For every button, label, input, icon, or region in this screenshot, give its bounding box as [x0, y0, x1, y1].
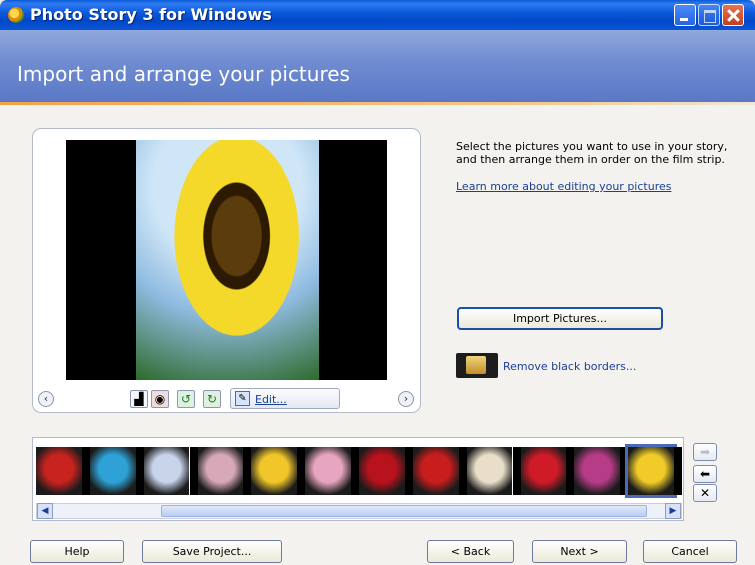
film-strip-separator [566, 447, 575, 495]
auto-correct-icon[interactable]: ▟ [130, 390, 148, 408]
title-bar: Photo Story 3 for Windows [0, 0, 755, 30]
film-strip-separator [351, 447, 359, 495]
film-strip-separator [620, 447, 629, 495]
film-strip-separator [458, 447, 467, 495]
scroll-left-button[interactable]: ◀ [37, 503, 53, 519]
film-strip-separator [135, 447, 144, 495]
remove-borders-link[interactable]: Remove black borders... [503, 360, 636, 373]
app-icon [8, 7, 24, 23]
film-strip-separator [674, 447, 682, 495]
film-strip-thumbnail-white-blossoms[interactable] [466, 447, 513, 495]
close-button[interactable] [722, 4, 744, 26]
preview-image [136, 140, 319, 380]
cancel-button[interactable]: Cancel [643, 540, 737, 563]
red-eye-icon[interactable]: ◉ [151, 390, 169, 408]
film-strip-thumbnail-pink-blossoms[interactable] [197, 447, 244, 495]
remove-borders-icon[interactable] [456, 353, 498, 378]
film-strip-separator [404, 447, 413, 495]
film-strip-thumbnail-yellow-flower[interactable] [251, 447, 298, 495]
page-header: Import and arrange your pictures [0, 30, 755, 102]
save-project-button[interactable]: Save Project... [142, 540, 282, 563]
page-title: Import and arrange your pictures [17, 62, 350, 86]
instructions-text: Select the pictures you want to use in y… [456, 140, 728, 166]
scrollbar-thumb[interactable] [161, 505, 647, 517]
film-strip-separator [189, 447, 198, 495]
film-strip-thumbnail-red-tulip[interactable] [520, 447, 567, 495]
film-strip-thumbnail-red-poinsettia[interactable] [412, 447, 459, 495]
film-strip-thumbnail-white-lily[interactable] [143, 447, 190, 495]
window-title: Photo Story 3 for Windows [30, 5, 272, 24]
film-strip-thumbnail-pink-lily[interactable] [305, 447, 351, 495]
move-right-button[interactable]: ➡ [693, 443, 717, 461]
help-button[interactable]: Help [30, 540, 124, 563]
next-button[interactable]: Next > [532, 540, 627, 563]
minimize-button[interactable] [674, 4, 696, 26]
delete-picture-button[interactable]: ✕ [693, 484, 717, 502]
move-left-button[interactable]: ⬅ [693, 465, 717, 483]
back-button[interactable]: < Back [427, 540, 514, 563]
film-strip-thumbnail-red-rose[interactable] [359, 447, 405, 495]
film-strip-separator [512, 447, 521, 495]
film-strip-thumbnail-purple-thistle[interactable] [574, 447, 621, 495]
rotate-right-icon[interactable]: ↻ [203, 390, 221, 408]
learn-more-link[interactable]: Learn more about editing your pictures [456, 180, 671, 193]
film-strip-thumbnail-sunflower[interactable] [625, 444, 677, 498]
rotate-left-icon[interactable]: ↺ [177, 390, 195, 408]
film-strip-thumbnail-red-spring-flowers[interactable] [89, 447, 136, 495]
maximize-button[interactable] [698, 4, 720, 26]
pencil-icon: ✎ [235, 391, 250, 406]
edit-label: Edit... [255, 393, 287, 406]
scroll-right-button[interactable]: ▶ [665, 503, 681, 519]
film-strip-separator [81, 447, 90, 495]
film-strip-separator [243, 447, 252, 495]
film-strip-separator [297, 447, 306, 495]
film-strip-thumbnail-red-flower[interactable] [36, 447, 82, 495]
import-pictures-button[interactable]: Import Pictures... [457, 307, 663, 330]
next-picture-button[interactable]: › [398, 391, 414, 407]
previous-picture-button[interactable]: ‹ [38, 391, 54, 407]
film-strip-thumbnails [36, 444, 682, 498]
edit-button[interactable]: ✎ Edit... [230, 388, 340, 409]
